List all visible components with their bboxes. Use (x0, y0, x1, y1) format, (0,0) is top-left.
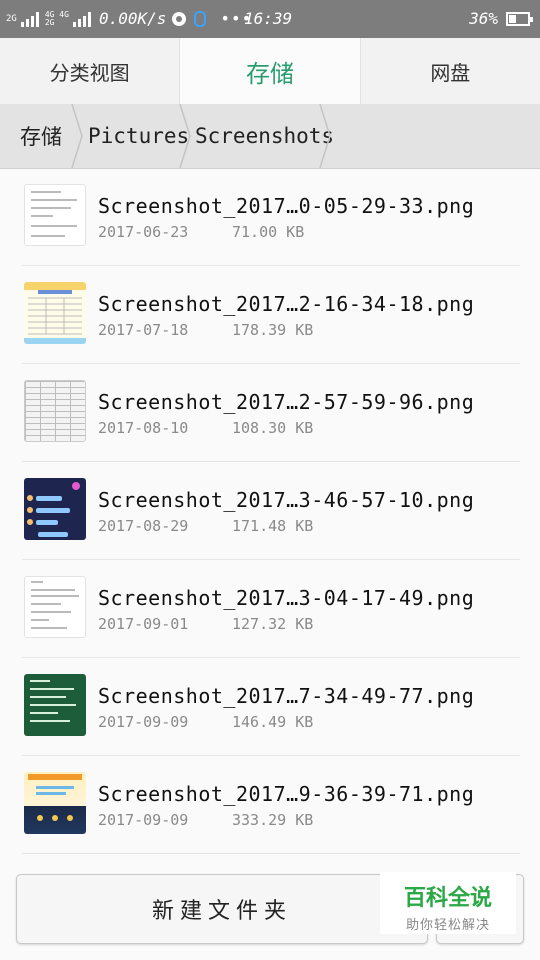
file-name: Screenshot_2017…0-05-29-33.png (98, 194, 475, 218)
breadcrumb-pictures[interactable]: Pictures (88, 104, 189, 168)
watermark-logo: 百科全说 助你轻松解决 (380, 872, 516, 934)
file-name: Screenshot_2017…9-36-39-71.png (98, 782, 475, 806)
tab-storage[interactable]: 存储 (179, 38, 361, 104)
file-size: 71.00 KB (232, 223, 305, 241)
image-thumbnail (24, 576, 86, 638)
image-thumbnail (24, 674, 86, 736)
network-type-bottom: 2G (44, 17, 55, 27)
file-meta: 2017-08-29 171.48 KB (98, 517, 313, 535)
file-name: Screenshot_2017…2-57-59-96.png (98, 390, 475, 414)
image-thumbnail (24, 478, 86, 540)
file-row[interactable]: Screenshot_2017…2-16-34-18.png 2017-07-1… (22, 266, 520, 364)
tab-label: 分类视图 (49, 60, 130, 85)
tab-cloud-drive[interactable]: 网盘 (361, 38, 540, 104)
file-name: Screenshot_2017…3-46-57-10.png (98, 488, 475, 512)
notification-icon (194, 10, 207, 27)
file-size: 108.30 KB (232, 419, 314, 437)
game-preview (28, 774, 82, 821)
image-thumbnail (24, 772, 86, 834)
status-bar: 2G 4G 4G 2G 0.00K/s ••• 16:39 36% (0, 0, 540, 38)
file-size: 127.32 KB (232, 615, 314, 633)
signal-icon (20, 11, 39, 27)
file-row[interactable]: Screenshot_2017…3-04-17-49.png 2017-09-0… (22, 560, 520, 658)
network-type: 4G 4G 2G (44, 10, 69, 27)
clock: 16:39 (244, 9, 293, 28)
tab-bar: 分类视图 存储 网盘 (0, 38, 540, 105)
chevron-right-icon (319, 104, 331, 168)
image-thumbnail (24, 380, 86, 442)
new-folder-button[interactable]: 新建文件夹 (16, 874, 428, 944)
file-meta: 2017-09-01 127.32 KB (98, 615, 313, 633)
network-speed: 0.00K/s (98, 9, 167, 28)
file-meta: 2017-07-18 178.39 KB (98, 321, 313, 339)
battery-percent: 36% (469, 9, 498, 28)
file-meta: 2017-08-10 108.30 KB (98, 419, 313, 437)
battery-level (509, 14, 517, 23)
file-date: 2017-08-29 (98, 517, 189, 535)
file-name: Screenshot_2017…2-16-34-18.png (98, 292, 475, 316)
watermark-title: 百科全说 (403, 886, 492, 911)
file-meta: 2017-09-09 146.49 KB (98, 713, 313, 731)
breadcrumb-screenshots[interactable]: Screenshots (195, 104, 334, 168)
table-preview (24, 282, 86, 344)
battery-icon (506, 11, 533, 26)
file-size: 333.29 KB (232, 811, 314, 829)
sync-icon (172, 11, 187, 26)
file-size: 178.39 KB (232, 321, 314, 339)
file-date: 2017-09-01 (98, 615, 189, 633)
file-meta: 2017-06-23 71.00 KB (98, 223, 304, 241)
chat-avatars (27, 482, 80, 525)
file-name: Screenshot_2017…3-04-17-49.png (98, 586, 475, 610)
tab-label: 网盘 (430, 60, 471, 85)
chevron-right-icon (71, 104, 83, 168)
file-size: 146.49 KB (232, 713, 314, 731)
file-date: 2017-06-23 (98, 223, 189, 241)
file-row[interactable]: Screenshot_2017…0-05-29-33.png 2017-06-2… (22, 168, 520, 266)
sim-label: 2G (6, 13, 17, 24)
file-row[interactable]: Screenshot_2017…3-46-57-10.png 2017-08-2… (22, 462, 520, 560)
tab-label: 存储 (245, 59, 294, 88)
file-name: Screenshot_2017…7-34-49-77.png (98, 684, 475, 708)
file-date: 2017-09-09 (98, 713, 189, 731)
file-date: 2017-09-09 (98, 811, 189, 829)
file-date: 2017-07-18 (98, 321, 189, 339)
tab-category-view[interactable]: 分类视图 (0, 38, 179, 104)
file-row[interactable]: Screenshot_2017…2-57-59-96.png 2017-08-1… (22, 364, 520, 462)
file-meta: 2017-09-09 333.29 KB (98, 811, 313, 829)
signal-icon-2 (72, 11, 91, 27)
file-row[interactable]: Screenshot_2017…7-34-49-77.png 2017-09-0… (22, 658, 520, 756)
image-thumbnail (24, 184, 86, 246)
file-size: 171.48 KB (232, 517, 314, 535)
watermark-subtitle: 助你轻松解决 (405, 918, 490, 933)
chevron-right-icon (179, 104, 191, 168)
breadcrumb-storage[interactable]: 存储 (20, 104, 62, 168)
file-date: 2017-08-10 (98, 419, 189, 437)
breadcrumb: 存储 Pictures Screenshots (0, 104, 540, 169)
file-row[interactable]: Screenshot_2017…9-36-39-71.png 2017-09-0… (22, 756, 520, 854)
image-thumbnail (24, 282, 86, 344)
